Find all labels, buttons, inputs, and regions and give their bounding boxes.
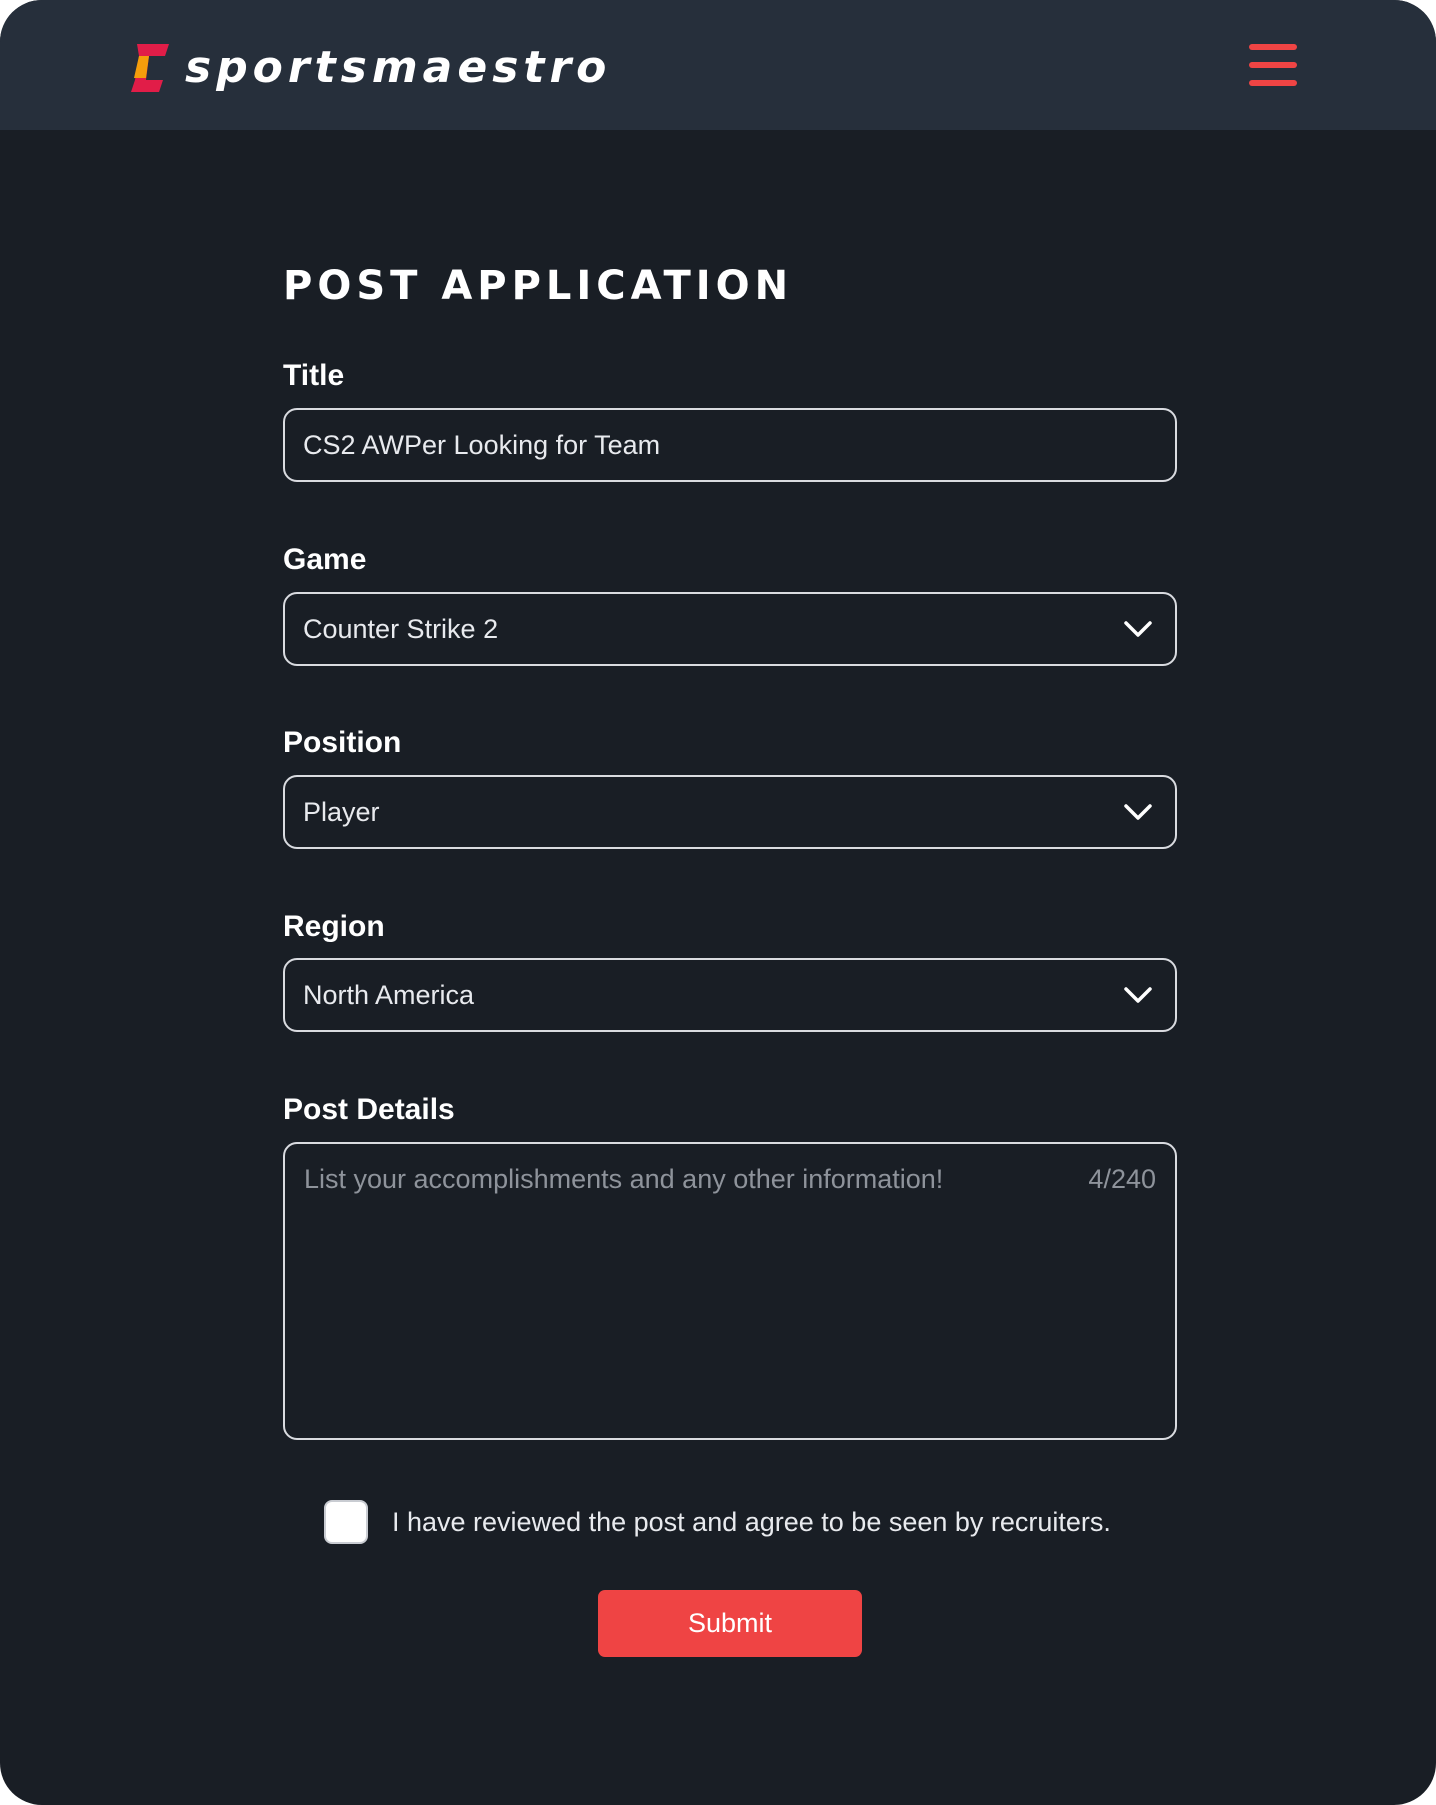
- game-select-value: Counter Strike 2: [303, 613, 499, 644]
- region-select[interactable]: North America: [283, 958, 1177, 1032]
- position-select[interactable]: Player: [283, 775, 1177, 849]
- position-label: Position: [283, 726, 402, 759]
- chevron-down-icon: [1124, 804, 1152, 820]
- region-label: Region: [283, 910, 385, 943]
- agree-checkbox-label[interactable]: I have reviewed the post and agree to be…: [392, 1505, 1111, 1539]
- top-navigation-bar: sportsmaestro: [0, 0, 1436, 130]
- title-input[interactable]: CS2 AWPer Looking for Team: [283, 408, 1177, 482]
- app-frame: sportsmaestro POST APPLICATION Title CS2…: [0, 0, 1436, 1805]
- title-label: Title: [283, 359, 345, 392]
- brand-name: sportsmaestro: [185, 42, 612, 93]
- post-details-label: Post Details: [283, 1093, 455, 1126]
- character-counter: 4/240: [1088, 1164, 1156, 1194]
- submit-button[interactable]: Submit: [598, 1590, 862, 1657]
- brand-logo[interactable]: sportsmaestro: [127, 40, 611, 96]
- logo-mark-icon: [131, 44, 169, 92]
- title-input-value: CS2 AWPer Looking for Team: [303, 429, 661, 460]
- chevron-down-icon: [1124, 987, 1152, 1003]
- game-label: Game: [283, 543, 367, 576]
- region-select-value: North America: [303, 979, 475, 1010]
- post-details-placeholder: List your accomplishments and any other …: [304, 1164, 944, 1194]
- position-select-value: Player: [303, 796, 380, 827]
- agree-checkbox[interactable]: [324, 1500, 368, 1544]
- game-select[interactable]: Counter Strike 2: [283, 592, 1177, 666]
- page-title: POST APPLICATION: [283, 263, 794, 309]
- chevron-down-icon: [1124, 621, 1152, 637]
- post-details-textarea[interactable]: List your accomplishments and any other …: [283, 1142, 1177, 1440]
- hamburger-menu-icon[interactable]: [1244, 40, 1298, 90]
